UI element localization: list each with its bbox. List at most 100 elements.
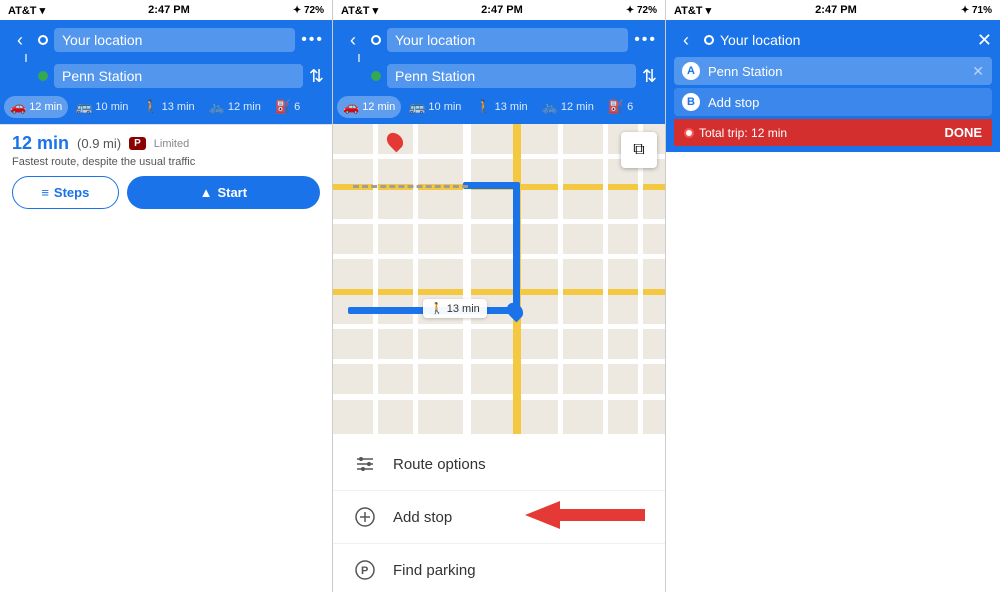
carrier-1: AT&T ▾ — [8, 4, 45, 17]
bike-icon-1: 🚲 — [209, 99, 225, 115]
tab-bike-1[interactable]: 🚲 12 min — [203, 96, 267, 118]
menu-add-stop[interactable]: Add stop — [333, 491, 665, 544]
drive-time-1: 12 min — [29, 101, 62, 113]
add-stop-label: Add stop — [393, 509, 452, 526]
tab-transit-2[interactable]: 🚌 10 min — [403, 96, 467, 118]
dest-dot-2 — [371, 71, 381, 81]
tab-drive-1[interactable]: 🚗 12 min — [4, 96, 68, 118]
road-p2-v3 — [463, 124, 471, 434]
total-trip-text: Total trip: 12 min — [699, 126, 787, 140]
dest-input-1[interactable] — [54, 64, 303, 88]
more-transport-time-2: 6 — [627, 101, 633, 113]
transit-time-2: 10 min — [428, 101, 461, 113]
tab-walk-2[interactable]: 🚶 13 min — [469, 96, 533, 118]
steps-button-1[interactable]: ≡ Steps — [12, 176, 119, 209]
stop-row-b[interactable]: B Add stop — [674, 88, 992, 116]
battery-icon-2: ✦ 72% — [626, 5, 657, 16]
swap-button-2[interactable]: ⇅ — [642, 66, 657, 87]
panel-3: AT&T ▾ 2:47 PM ✦ 71% ‹ Your location ✕ A… — [666, 0, 1000, 592]
walk-time-1: 13 min — [162, 101, 195, 113]
parking-badge-1: P — [129, 137, 146, 150]
carrier-3: AT&T ▾ — [674, 4, 711, 17]
battery-icon-3: ✦ 71% — [961, 5, 992, 16]
more-button-2[interactable]: ••• — [634, 31, 657, 49]
origin-dot-1 — [38, 35, 48, 45]
tab-more-1[interactable]: ⛽ 6 — [269, 96, 306, 118]
road-p2-h6 — [333, 324, 665, 329]
origin-input-2[interactable] — [387, 28, 628, 52]
walk-time-2: 13 min — [495, 101, 528, 113]
back-button-2[interactable]: ‹ — [341, 30, 365, 51]
status-time-1: 2:47 PM — [148, 4, 190, 16]
stop-name-a: Penn Station — [708, 64, 964, 79]
big-time-1: 12 min — [12, 133, 69, 154]
road-p2-h8 — [333, 394, 665, 400]
road-p2-v6 — [603, 124, 608, 434]
more-transport-time-1: 6 — [294, 101, 300, 113]
road-p2-h1 — [333, 154, 665, 159]
stop-name-b: Add stop — [708, 95, 984, 110]
route-p2-dashed — [353, 185, 468, 189]
more-transport-icon-1: ⛽ — [275, 99, 291, 115]
road-p2-h3 — [333, 219, 665, 224]
more-transport-icon-2: ⛽ — [608, 99, 624, 115]
map-bg-2: 🚶 13 min ⧉ — [333, 124, 665, 434]
swap-button-1[interactable]: ⇅ — [309, 66, 324, 87]
tab-walk-1[interactable]: 🚶 13 min — [136, 96, 200, 118]
road-p2-v1 — [373, 124, 378, 434]
battery-icon-1: ✦ 72% — [293, 5, 324, 16]
carrier-2: AT&T ▾ — [341, 4, 378, 17]
back-button-1[interactable]: ‹ — [8, 30, 32, 51]
road-p2-v2 — [413, 124, 418, 434]
dest-input-2[interactable] — [387, 64, 636, 88]
menu-route-options[interactable]: Route options — [333, 438, 665, 491]
svg-text:P: P — [361, 565, 368, 577]
walk-icon-1: 🚶 — [142, 99, 158, 115]
connector-1 — [25, 54, 27, 62]
status-bar-1: AT&T ▾ 2:47 PM ✦ 72% — [0, 0, 332, 20]
bus-icon-1: 🚌 — [76, 99, 92, 115]
origin-dot-3 — [704, 35, 714, 45]
more-button-1[interactable]: ••• — [301, 31, 324, 49]
road-p2-h7 — [333, 359, 665, 364]
layer-button-2[interactable]: ⧉ — [621, 132, 657, 168]
car-icon-2: 🚗 — [343, 99, 359, 115]
stop-row-a[interactable]: A Penn Station ✕ — [674, 57, 992, 85]
blue-header-1: ‹ ••• ⇅ — [0, 20, 332, 96]
status-left-1: AT&T ▾ — [8, 4, 45, 17]
tab-more-2[interactable]: ⛽ 6 — [602, 96, 639, 118]
dest-dot-1 — [38, 71, 48, 81]
status-right-1: ✦ 72% — [293, 5, 324, 16]
origin-input-1[interactable] — [54, 28, 295, 52]
tab-bike-2[interactable]: 🚲 12 min — [536, 96, 600, 118]
blue-header-2: ‹ ••• ⇅ — [333, 20, 665, 96]
road-p2-h4 — [333, 254, 665, 259]
map-area-2: 🚶 13 min ⧉ — [333, 124, 665, 434]
route-desc-1: Fastest route, despite the usual traffic — [12, 156, 320, 168]
tab-drive-2[interactable]: 🚗 12 min — [337, 96, 401, 118]
find-parking-label: Find parking — [393, 562, 476, 579]
status-time-2: 2:47 PM — [481, 4, 523, 16]
menu-list-2: Route options Add stop P Find parking — [333, 434, 665, 592]
stop-letter-a: A — [682, 62, 700, 80]
total-trip-row: Total trip: 12 min DONE — [674, 119, 992, 146]
limited-label-1: Limited — [154, 138, 189, 150]
transport-tabs-1: 🚗 12 min 🚌 10 min 🚶 13 min 🚲 12 min ⛽ 6 — [0, 96, 332, 124]
transport-tabs-2: 🚗 12 min 🚌 10 min 🚶 13 min 🚲 12 min ⛽ 6 — [333, 96, 665, 124]
status-left-3: AT&T ▾ — [674, 4, 711, 17]
connector-2 — [358, 54, 360, 62]
status-right-3: ✦ 71% — [961, 5, 992, 16]
menu-find-parking[interactable]: P Find parking — [333, 544, 665, 592]
stop-close-a[interactable]: ✕ — [972, 63, 984, 80]
trip-icon — [684, 128, 694, 138]
done-button[interactable]: DONE — [944, 125, 982, 140]
panel-1: AT&T ▾ 2:47 PM ✦ 72% ‹ ••• ⇅ 🚗 12 min 🚌 — [0, 0, 333, 592]
back-button-3[interactable]: ‹ — [674, 30, 698, 51]
close-button-3[interactable]: ✕ — [977, 30, 992, 51]
bottom-info-1: 12 min (0.9 mi) P Limited Fastest route,… — [0, 124, 332, 217]
panel-2: AT&T ▾ 2:47 PM ✦ 72% ‹ ••• ⇅ 🚗 12 min 🚌 — [333, 0, 666, 592]
start-button-1[interactable]: ▲ Start — [127, 176, 320, 209]
route-options-label: Route options — [393, 456, 486, 473]
tab-transit-1[interactable]: 🚌 10 min — [70, 96, 134, 118]
road-p2-h5 — [333, 289, 665, 295]
